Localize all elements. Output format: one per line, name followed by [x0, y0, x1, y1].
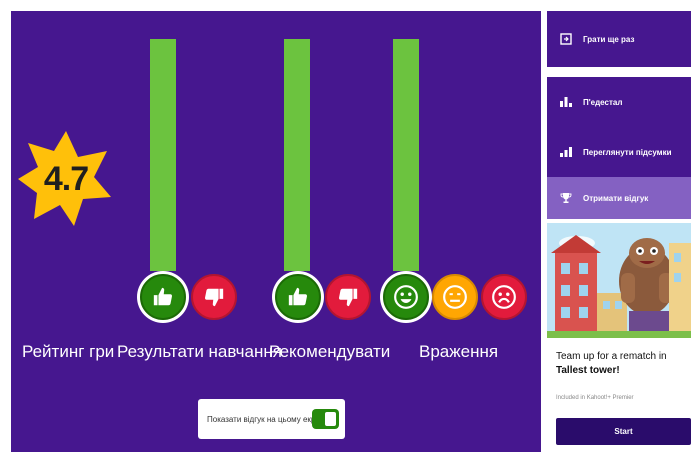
- promo-subtitle: Included in Kahoot!+ Premier: [556, 395, 634, 401]
- rating-label: Рейтинг гри: [22, 342, 115, 361]
- podium-icon: [559, 95, 573, 109]
- trophy-icon: [559, 191, 573, 205]
- thumbs-down-icon: [325, 274, 371, 320]
- switch-knob: [325, 412, 336, 426]
- sidebar-item-label: Переглянути підсумки: [583, 147, 672, 157]
- sidebar-item-get-feedback[interactable]: Отримати відгук: [547, 177, 691, 219]
- bar-impression-smile: [393, 39, 419, 271]
- sad-face-icon: [481, 274, 527, 320]
- category-label-recommend: Рекомендувати: [269, 342, 391, 361]
- category-label-impressions: Враження: [419, 342, 499, 361]
- rating-badge: 4.7: [16, 129, 116, 229]
- sidebar-item-label: П'едестал: [583, 97, 623, 107]
- thumbs-up-icon: [140, 274, 186, 320]
- promo-card: Team up for a rematch in Tallest tower! …: [547, 223, 691, 452]
- thumbs-up-icon: [275, 274, 321, 320]
- start-button[interactable]: Start: [556, 418, 691, 445]
- sidebar-item-label: Отримати відгук: [583, 193, 649, 203]
- tallest-tower-illustration: [547, 223, 691, 338]
- promo-game-name: Tallest tower!: [556, 365, 620, 376]
- bar-chart-icon: [559, 145, 573, 159]
- promo-title-prefix: Team up for a rematch in: [556, 351, 667, 362]
- sidebar-item-label: Грати ще раз: [583, 34, 635, 44]
- promo-title: Team up for a rematch in Tallest tower!: [556, 350, 688, 378]
- feedback-stage: 4.7 Рейтинг гри Результати навчання Реко…: [11, 11, 541, 452]
- app-frame: 4.7 Рейтинг гри Результати навчання Реко…: [0, 0, 691, 459]
- show-feedback-switch[interactable]: [312, 409, 339, 429]
- replay-icon: [559, 32, 573, 46]
- sidebar: Грати ще раз П'едестал Переглянути підсу…: [547, 11, 691, 452]
- neutral-face-icon: [432, 274, 478, 320]
- bar-learning-like: [150, 39, 176, 271]
- show-feedback-toggle-card: Показати відгук на цьому екрані: [198, 399, 345, 439]
- category-label-learning: Результати навчання: [117, 342, 282, 361]
- sidebar-item-play-again[interactable]: Грати ще раз: [547, 11, 691, 67]
- rating-value: 4.7: [43, 159, 89, 198]
- bar-recommend-like: [284, 39, 310, 271]
- smile-icon: [383, 274, 429, 320]
- toggle-label: Показати відгук на цьому екрані: [207, 414, 327, 424]
- sidebar-item-view-results[interactable]: Переглянути підсумки: [547, 127, 691, 177]
- thumbs-down-icon: [191, 274, 237, 320]
- sidebar-item-podium[interactable]: П'едестал: [547, 77, 691, 127]
